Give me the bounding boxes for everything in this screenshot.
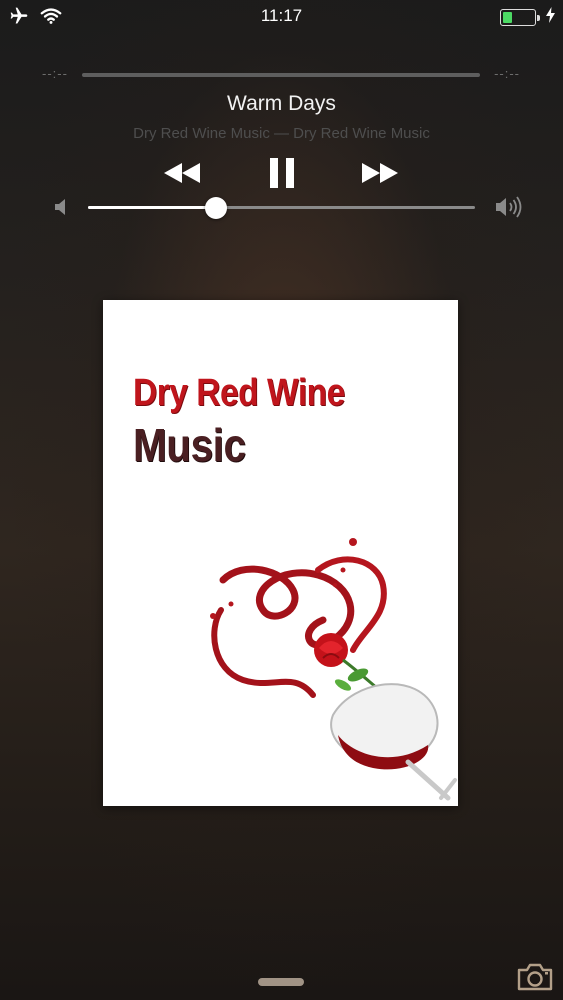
elapsed-time: --:-- [42,66,68,81]
pause-icon [270,158,294,188]
battery-fill [503,12,512,23]
home-grabber[interactable] [258,978,304,986]
fast-forward-button[interactable] [358,154,402,192]
volume-fill [88,206,216,209]
camera-button[interactable] [516,962,554,992]
charging-bolt-icon [546,7,555,28]
fast-forward-icon [362,163,398,183]
status-time: 11:17 [260,6,303,25]
artwork-title-line2: Music [133,419,246,471]
battery-nub [537,15,540,21]
status-right [500,7,555,28]
track-title: Warm Days [227,92,336,115]
volume-low-icon [54,197,70,222]
wine-glass-rose-illustration [210,538,457,801]
album-artwork: Dry Red Wine Music [103,300,458,806]
artwork-title-line1: Dry Red Wine [133,372,345,414]
pause-button[interactable] [262,154,302,192]
volume-control [50,193,525,223]
camera-icon [517,963,553,991]
track-artist-album: Dry Red Wine Music — Dry Red Wine Music [133,125,430,142]
playback-scrubber[interactable]: --:-- --:-- [40,66,522,84]
status-bar: 11:17 [0,0,563,36]
rewind-icon [164,163,200,183]
volume-high-icon [495,195,525,224]
battery-icon [500,9,540,26]
volume-knob[interactable] [204,197,227,219]
volume-slider[interactable] [88,197,475,219]
rewind-button[interactable] [160,154,204,192]
remaining-time: --:-- [494,66,520,81]
scrubber-track[interactable] [82,73,480,77]
playback-controls [0,154,563,194]
